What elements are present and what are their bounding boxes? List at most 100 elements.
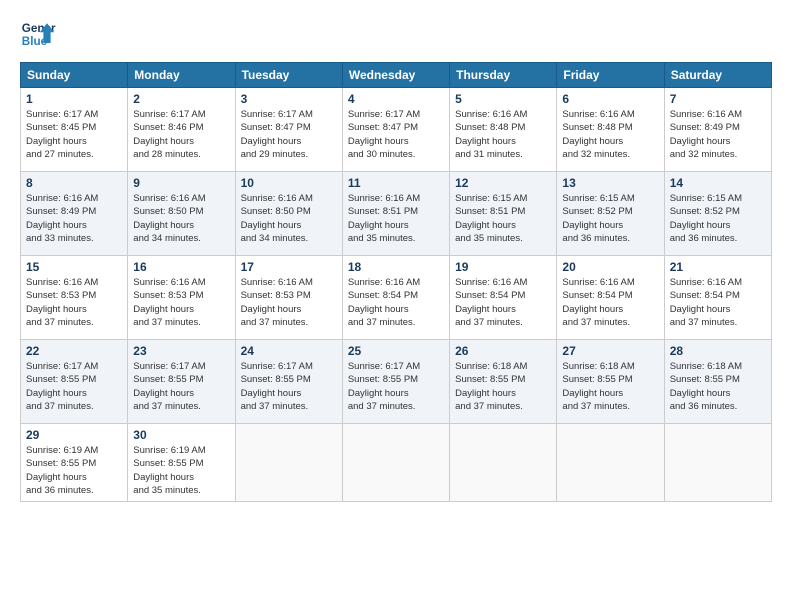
calendar-cell: 2 Sunrise: 6:17 AM Sunset: 8:46 PM Dayli… [128, 88, 235, 172]
day-number: 11 [348, 176, 444, 190]
day-number: 13 [562, 176, 658, 190]
day-info: Sunrise: 6:17 AM Sunset: 8:47 PM Dayligh… [241, 108, 337, 161]
calendar-cell: 17 Sunrise: 6:16 AM Sunset: 8:53 PM Dayl… [235, 256, 342, 340]
day-info: Sunrise: 6:16 AM Sunset: 8:53 PM Dayligh… [26, 276, 122, 329]
calendar-cell: 7 Sunrise: 6:16 AM Sunset: 8:49 PM Dayli… [664, 88, 771, 172]
day-number: 29 [26, 428, 122, 442]
day-info: Sunrise: 6:17 AM Sunset: 8:47 PM Dayligh… [348, 108, 444, 161]
calendar-cell: 18 Sunrise: 6:16 AM Sunset: 8:54 PM Dayl… [342, 256, 449, 340]
page: General Blue SundayMondayTuesdayWednesda… [0, 0, 792, 612]
calendar-cell [235, 424, 342, 502]
day-info: Sunrise: 6:19 AM Sunset: 8:55 PM Dayligh… [133, 444, 229, 497]
calendar-cell: 28 Sunrise: 6:18 AM Sunset: 8:55 PM Dayl… [664, 340, 771, 424]
day-info: Sunrise: 6:16 AM Sunset: 8:54 PM Dayligh… [562, 276, 658, 329]
calendar-cell: 14 Sunrise: 6:15 AM Sunset: 8:52 PM Dayl… [664, 172, 771, 256]
week-row-5: 29 Sunrise: 6:19 AM Sunset: 8:55 PM Dayl… [21, 424, 772, 502]
day-number: 28 [670, 344, 766, 358]
day-info: Sunrise: 6:18 AM Sunset: 8:55 PM Dayligh… [670, 360, 766, 413]
day-number: 14 [670, 176, 766, 190]
day-number: 21 [670, 260, 766, 274]
weekday-header-thursday: Thursday [450, 63, 557, 88]
day-info: Sunrise: 6:15 AM Sunset: 8:52 PM Dayligh… [670, 192, 766, 245]
calendar-cell: 23 Sunrise: 6:17 AM Sunset: 8:55 PM Dayl… [128, 340, 235, 424]
calendar-cell: 12 Sunrise: 6:15 AM Sunset: 8:51 PM Dayl… [450, 172, 557, 256]
day-info: Sunrise: 6:17 AM Sunset: 8:46 PM Dayligh… [133, 108, 229, 161]
calendar-cell: 10 Sunrise: 6:16 AM Sunset: 8:50 PM Dayl… [235, 172, 342, 256]
day-number: 17 [241, 260, 337, 274]
calendar-cell: 11 Sunrise: 6:16 AM Sunset: 8:51 PM Dayl… [342, 172, 449, 256]
calendar-cell: 24 Sunrise: 6:17 AM Sunset: 8:55 PM Dayl… [235, 340, 342, 424]
day-number: 22 [26, 344, 122, 358]
logo-icon: General Blue [20, 16, 56, 52]
day-info: Sunrise: 6:16 AM Sunset: 8:48 PM Dayligh… [455, 108, 551, 161]
day-info: Sunrise: 6:16 AM Sunset: 8:53 PM Dayligh… [133, 276, 229, 329]
day-number: 15 [26, 260, 122, 274]
calendar-cell: 26 Sunrise: 6:18 AM Sunset: 8:55 PM Dayl… [450, 340, 557, 424]
day-info: Sunrise: 6:16 AM Sunset: 8:54 PM Dayligh… [455, 276, 551, 329]
day-number: 18 [348, 260, 444, 274]
calendar-cell [664, 424, 771, 502]
calendar-cell: 4 Sunrise: 6:17 AM Sunset: 8:47 PM Dayli… [342, 88, 449, 172]
day-number: 25 [348, 344, 444, 358]
calendar-cell: 8 Sunrise: 6:16 AM Sunset: 8:49 PM Dayli… [21, 172, 128, 256]
day-info: Sunrise: 6:17 AM Sunset: 8:55 PM Dayligh… [26, 360, 122, 413]
day-info: Sunrise: 6:16 AM Sunset: 8:51 PM Dayligh… [348, 192, 444, 245]
calendar-cell: 5 Sunrise: 6:16 AM Sunset: 8:48 PM Dayli… [450, 88, 557, 172]
calendar-cell: 13 Sunrise: 6:15 AM Sunset: 8:52 PM Dayl… [557, 172, 664, 256]
calendar-cell: 15 Sunrise: 6:16 AM Sunset: 8:53 PM Dayl… [21, 256, 128, 340]
day-info: Sunrise: 6:16 AM Sunset: 8:48 PM Dayligh… [562, 108, 658, 161]
weekday-header-row: SundayMondayTuesdayWednesdayThursdayFrid… [21, 63, 772, 88]
calendar-cell [450, 424, 557, 502]
calendar-cell: 22 Sunrise: 6:17 AM Sunset: 8:55 PM Dayl… [21, 340, 128, 424]
week-row-3: 15 Sunrise: 6:16 AM Sunset: 8:53 PM Dayl… [21, 256, 772, 340]
day-info: Sunrise: 6:17 AM Sunset: 8:55 PM Dayligh… [133, 360, 229, 413]
day-number: 16 [133, 260, 229, 274]
calendar-cell [342, 424, 449, 502]
day-number: 19 [455, 260, 551, 274]
day-number: 7 [670, 92, 766, 106]
logo: General Blue [20, 16, 56, 52]
day-number: 6 [562, 92, 658, 106]
weekday-header-tuesday: Tuesday [235, 63, 342, 88]
weekday-header-sunday: Sunday [21, 63, 128, 88]
day-number: 10 [241, 176, 337, 190]
day-number: 12 [455, 176, 551, 190]
day-info: Sunrise: 6:16 AM Sunset: 8:50 PM Dayligh… [133, 192, 229, 245]
day-info: Sunrise: 6:18 AM Sunset: 8:55 PM Dayligh… [455, 360, 551, 413]
week-row-1: 1 Sunrise: 6:17 AM Sunset: 8:45 PM Dayli… [21, 88, 772, 172]
calendar-cell: 29 Sunrise: 6:19 AM Sunset: 8:55 PM Dayl… [21, 424, 128, 502]
calendar-cell: 19 Sunrise: 6:16 AM Sunset: 8:54 PM Dayl… [450, 256, 557, 340]
day-info: Sunrise: 6:16 AM Sunset: 8:49 PM Dayligh… [670, 108, 766, 161]
day-info: Sunrise: 6:16 AM Sunset: 8:54 PM Dayligh… [348, 276, 444, 329]
day-number: 26 [455, 344, 551, 358]
calendar-cell: 27 Sunrise: 6:18 AM Sunset: 8:55 PM Dayl… [557, 340, 664, 424]
day-info: Sunrise: 6:16 AM Sunset: 8:53 PM Dayligh… [241, 276, 337, 329]
day-number: 2 [133, 92, 229, 106]
calendar-cell: 1 Sunrise: 6:17 AM Sunset: 8:45 PM Dayli… [21, 88, 128, 172]
day-info: Sunrise: 6:16 AM Sunset: 8:50 PM Dayligh… [241, 192, 337, 245]
day-number: 1 [26, 92, 122, 106]
day-info: Sunrise: 6:15 AM Sunset: 8:51 PM Dayligh… [455, 192, 551, 245]
weekday-header-monday: Monday [128, 63, 235, 88]
day-info: Sunrise: 6:17 AM Sunset: 8:45 PM Dayligh… [26, 108, 122, 161]
calendar-cell: 16 Sunrise: 6:16 AM Sunset: 8:53 PM Dayl… [128, 256, 235, 340]
day-number: 5 [455, 92, 551, 106]
day-number: 4 [348, 92, 444, 106]
calendar-cell: 25 Sunrise: 6:17 AM Sunset: 8:55 PM Dayl… [342, 340, 449, 424]
day-info: Sunrise: 6:17 AM Sunset: 8:55 PM Dayligh… [241, 360, 337, 413]
day-number: 20 [562, 260, 658, 274]
day-number: 30 [133, 428, 229, 442]
weekday-header-wednesday: Wednesday [342, 63, 449, 88]
day-number: 8 [26, 176, 122, 190]
calendar-table: SundayMondayTuesdayWednesdayThursdayFrid… [20, 62, 772, 502]
weekday-header-saturday: Saturday [664, 63, 771, 88]
day-number: 27 [562, 344, 658, 358]
calendar-cell: 3 Sunrise: 6:17 AM Sunset: 8:47 PM Dayli… [235, 88, 342, 172]
header: General Blue [20, 16, 772, 52]
day-info: Sunrise: 6:16 AM Sunset: 8:54 PM Dayligh… [670, 276, 766, 329]
day-info: Sunrise: 6:16 AM Sunset: 8:49 PM Dayligh… [26, 192, 122, 245]
day-info: Sunrise: 6:17 AM Sunset: 8:55 PM Dayligh… [348, 360, 444, 413]
week-row-2: 8 Sunrise: 6:16 AM Sunset: 8:49 PM Dayli… [21, 172, 772, 256]
day-number: 9 [133, 176, 229, 190]
weekday-header-friday: Friday [557, 63, 664, 88]
